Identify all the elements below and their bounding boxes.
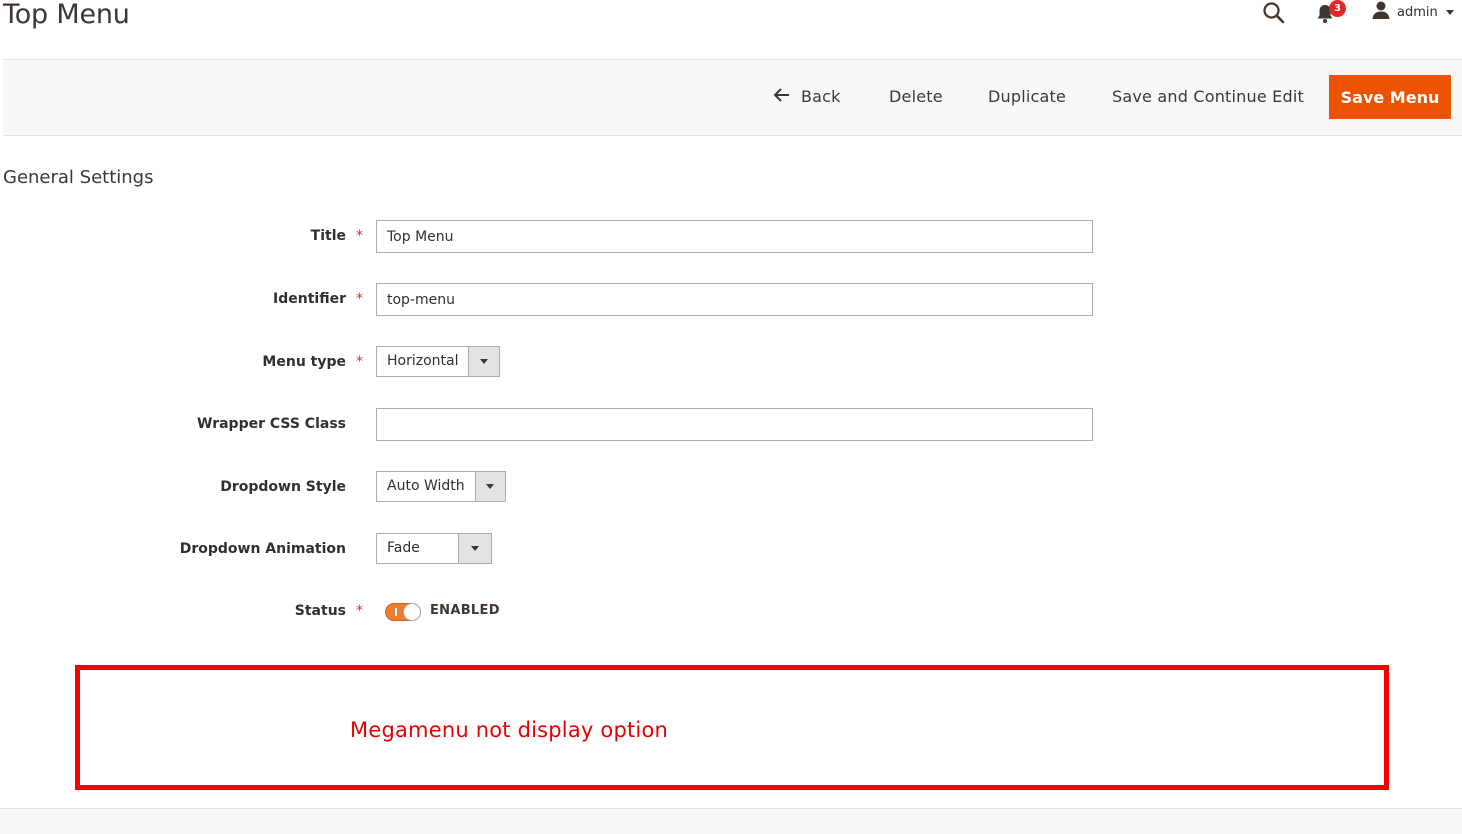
wrapper-css-class-input[interactable]	[376, 408, 1093, 441]
notification-count-badge: 3	[1329, 0, 1346, 17]
menu-type-label: Menu type	[262, 354, 346, 370]
dropdown-arrow	[458, 534, 491, 563]
title-label: Title	[310, 228, 346, 244]
arrow-left-icon	[773, 75, 791, 119]
dropdown-animation-label: Dropdown Animation	[179, 541, 346, 557]
duplicate-button[interactable]: Duplicate	[988, 75, 1066, 119]
status-value: ENABLED	[430, 603, 500, 618]
toggle-on-mark	[395, 608, 397, 616]
user-name: admin	[1397, 4, 1438, 20]
status-toggle[interactable]	[385, 603, 421, 621]
save-and-continue-button[interactable]: Save and Continue Edit	[1112, 75, 1304, 119]
status-label: Status	[294, 603, 346, 619]
menu-type-value: Horizontal	[387, 353, 459, 369]
title-input[interactable]	[376, 220, 1093, 253]
back-label: Back	[801, 87, 841, 106]
annotation-highlight-box	[75, 665, 1389, 790]
section-title: General Settings	[3, 167, 154, 188]
save-menu-button[interactable]: Save Menu	[1329, 75, 1451, 119]
annotation-text: Megamenu not display option	[350, 718, 669, 742]
notifications-button[interactable]: 3	[1316, 0, 1348, 26]
search-icon[interactable]	[1262, 1, 1286, 25]
dropdown-animation-select[interactable]: Fade	[376, 533, 492, 564]
dropdown-arrow	[468, 347, 499, 376]
back-button[interactable]: Back	[773, 75, 841, 119]
wrapper-css-class-label: Wrapper CSS Class	[197, 416, 346, 432]
toggle-knob	[403, 603, 421, 621]
required-marker: *	[356, 291, 363, 307]
chevron-down-icon	[471, 546, 479, 551]
page-actions-bar: Back Delete Duplicate Save and Continue …	[3, 59, 1462, 136]
user-icon	[1371, 0, 1391, 24]
required-marker: *	[356, 603, 363, 619]
delete-button[interactable]: Delete	[889, 75, 943, 119]
dropdown-style-select[interactable]: Auto Width	[376, 471, 506, 502]
chevron-down-icon	[486, 484, 495, 489]
required-marker: *	[356, 354, 363, 370]
identifier-label: Identifier	[273, 291, 346, 307]
user-menu[interactable]: admin	[1371, 1, 1454, 23]
dropdown-animation-value: Fade	[387, 540, 420, 556]
dropdown-style-label: Dropdown Style	[220, 479, 346, 495]
menu-type-select[interactable]: Horizontal	[376, 346, 500, 377]
identifier-input[interactable]	[376, 283, 1093, 316]
chevron-down-icon	[1445, 9, 1454, 15]
page-footer	[0, 808, 1462, 834]
page-title: Top Menu	[3, 0, 130, 30]
dropdown-arrow	[474, 472, 505, 501]
dropdown-style-value: Auto Width	[387, 478, 465, 494]
chevron-down-icon	[480, 359, 489, 364]
required-marker: *	[356, 228, 363, 244]
